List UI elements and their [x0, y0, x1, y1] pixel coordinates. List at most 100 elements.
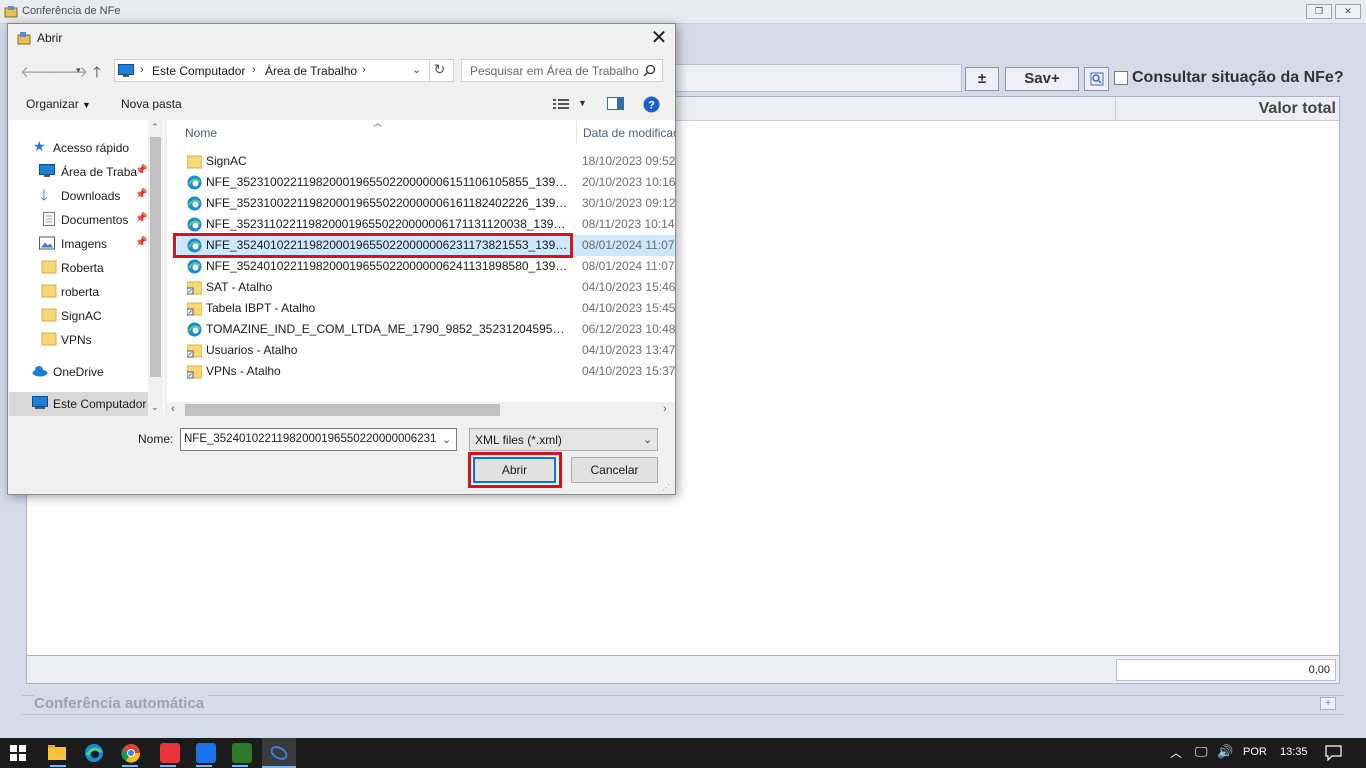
- file-date: 08/01/2024 11:07: [582, 259, 675, 273]
- search-icon-button[interactable]: [1084, 67, 1109, 91]
- sidebar-item-este-computador[interactable]: Este Computador: [9, 392, 157, 416]
- file-type-dropdown-icon[interactable]: ⌄: [643, 433, 652, 446]
- file-explorer-icon[interactable]: [48, 744, 66, 761]
- sidebar-item-area-trabalho[interactable]: Área de Traba 📌: [9, 160, 157, 184]
- sidebar-item-imagens[interactable]: Imagens 📌: [9, 232, 157, 256]
- breadcrumb-este-computador[interactable]: Este Computador: [152, 64, 245, 78]
- file-name: Tabela IBPT - Atalho: [206, 301, 316, 315]
- resize-grip-icon[interactable]: ⋰: [662, 483, 670, 492]
- refresh-icon[interactable]: ↻: [429, 59, 449, 82]
- file-name: SAT - Atalho: [206, 280, 273, 294]
- file-row[interactable]: NFE_352311022119820001965502200000061711…: [177, 214, 675, 235]
- pin-icon: 📌: [135, 213, 148, 224]
- breadcrumb-separator-icon: ›: [362, 64, 366, 76]
- help-icon[interactable]: ?: [643, 96, 660, 113]
- dialog-close-button[interactable]: ✕: [646, 26, 672, 52]
- file-row[interactable]: SAT - Atalho 04/10/2023 15:46: [177, 277, 675, 298]
- up-arrow-icon[interactable]: 🡑: [93, 62, 101, 87]
- auto-section-frame: [22, 695, 1344, 715]
- restore-button[interactable]: ❐: [1306, 4, 1332, 19]
- anydesk-icon[interactable]: [160, 743, 180, 763]
- sidebar-item-documentos[interactable]: Documentos 📌: [9, 208, 157, 232]
- clock[interactable]: 13:35: [1280, 746, 1308, 758]
- sidebar-item-downloads[interactable]: 🡓 Downloads 📌: [9, 184, 157, 208]
- file-name: NFE_352310022119820001965502200000061511…: [206, 175, 568, 189]
- view-details-icon[interactable]: [553, 98, 569, 110]
- language-indicator[interactable]: POR: [1243, 746, 1267, 758]
- file-date: 04/10/2023 15:45: [582, 301, 676, 315]
- remote-app-icon[interactable]: [196, 743, 216, 763]
- col-valor-total[interactable]: Valor total: [1115, 97, 1339, 121]
- file-row[interactable]: Tabela IBPT - Atalho 04/10/2023 15:45: [177, 298, 675, 319]
- sidebar-item-vpns[interactable]: VPNs: [9, 328, 157, 352]
- file-name-label: Nome:: [138, 432, 174, 446]
- address-dropdown-icon[interactable]: ⌄: [412, 63, 421, 76]
- notifications-icon[interactable]: [1325, 745, 1342, 761]
- tray-chevron-icon[interactable]: ︿: [1170, 744, 1182, 761]
- search-input-placeholder: Pesquisar em Área de Trabalho: [470, 64, 639, 78]
- shortcut-folder-icon: [187, 281, 202, 295]
- network-icon[interactable]: 🖵: [1195, 744, 1208, 760]
- file-row[interactable]: VPNs - Atalho 04/10/2023 15:37: [177, 361, 675, 382]
- cancel-button[interactable]: Cancelar: [571, 457, 658, 483]
- file-row[interactable]: NFE_352310022119820001965502200000061511…: [177, 172, 675, 193]
- name-dropdown-icon[interactable]: ⌄: [442, 433, 451, 446]
- scroll-right-icon[interactable]: ›: [663, 403, 667, 415]
- sidebar-scroll-thumb[interactable]: [150, 137, 161, 377]
- close-app-button[interactable]: ✕: [1335, 4, 1361, 19]
- organize-menu[interactable]: Organizar ▼: [26, 97, 91, 111]
- cloud-icon: [32, 366, 48, 377]
- new-folder-button[interactable]: Nova pasta: [121, 97, 182, 111]
- file-row[interactable]: NFE_352401022119820001965502200000062411…: [177, 256, 675, 277]
- file-row[interactable]: NFE_352310022119820001965502200000061611…: [177, 193, 675, 214]
- file-row[interactable]: Usuarios - Atalho 04/10/2023 13:47: [177, 340, 675, 361]
- expand-button[interactable]: +: [1320, 697, 1336, 710]
- view-dropdown-icon[interactable]: ▼: [578, 98, 587, 108]
- column-header-name[interactable]: Nome: [185, 126, 217, 140]
- scroll-up-icon[interactable]: ⌃: [151, 122, 159, 133]
- folder-icon: [41, 332, 57, 346]
- app-title: Conferência de NFe: [22, 5, 121, 17]
- terminal-app-icon[interactable]: [232, 743, 252, 763]
- sidebar-item-onedrive[interactable]: OneDrive: [9, 360, 157, 384]
- file-date: 04/10/2023 13:47: [582, 343, 676, 357]
- consultar-checkbox[interactable]: [1114, 71, 1128, 85]
- edge-icon: [187, 322, 202, 337]
- computer-icon: [118, 64, 134, 77]
- file-row[interactable]: SignAC 18/10/2023 09:52: [177, 151, 675, 172]
- edge-icon: [187, 217, 202, 232]
- document-icon: [43, 212, 55, 226]
- windows-start-icon[interactable]: [10, 745, 26, 761]
- pin-icon: 📌: [135, 165, 148, 176]
- sort-indicator-icon: ︿: [373, 118, 383, 128]
- sidebar-item-label: Acesso rápido: [53, 141, 130, 155]
- file-date: 18/10/2023 09:52: [582, 154, 676, 168]
- preview-pane-icon[interactable]: [607, 97, 624, 110]
- desktop-icon: [39, 164, 55, 177]
- breadcrumb-separator-icon: ›: [140, 64, 144, 76]
- plus-minus-button[interactable]: ±: [965, 67, 999, 91]
- forward-arrow-icon[interactable]: 🡒: [48, 62, 88, 81]
- sidebar-item-roberta-lower[interactable]: roberta: [9, 280, 157, 304]
- volume-icon[interactable]: 🔊: [1217, 744, 1233, 760]
- horizontal-scroll-thumb[interactable]: [185, 404, 500, 416]
- edge-icon: [187, 175, 202, 190]
- consultar-label: Consultar situação da NFe?: [1132, 69, 1344, 86]
- sidebar-item-acesso-rapido[interactable]: ★ Acesso rápido: [9, 136, 157, 160]
- chrome-icon[interactable]: [121, 743, 141, 763]
- folder-icon: [41, 284, 57, 298]
- file-row[interactable]: TOMAZINE_IND_E_COM_LTDA_ME_1790_9852_352…: [177, 319, 675, 340]
- breadcrumb-area-trabalho[interactable]: Área de Trabalho: [265, 64, 357, 78]
- recent-dropdown-icon[interactable]: ▾: [76, 65, 81, 76]
- svg-text:?: ?: [648, 100, 655, 112]
- sidebar-item-signac[interactable]: SignAC: [9, 304, 157, 328]
- search-icon[interactable]: [643, 64, 656, 77]
- shortcut-folder-icon: [187, 302, 202, 316]
- sidebar-item-roberta[interactable]: Roberta: [9, 256, 157, 280]
- save-plus-button[interactable]: Sav+: [1005, 67, 1079, 91]
- column-header-date[interactable]: Data de modificação: [576, 120, 676, 144]
- edge-icon[interactable]: [84, 743, 104, 763]
- sidebar-item-label: Área de Traba: [61, 165, 138, 179]
- scroll-left-icon[interactable]: ‹: [171, 403, 175, 415]
- scroll-down-icon[interactable]: ⌄: [151, 402, 159, 413]
